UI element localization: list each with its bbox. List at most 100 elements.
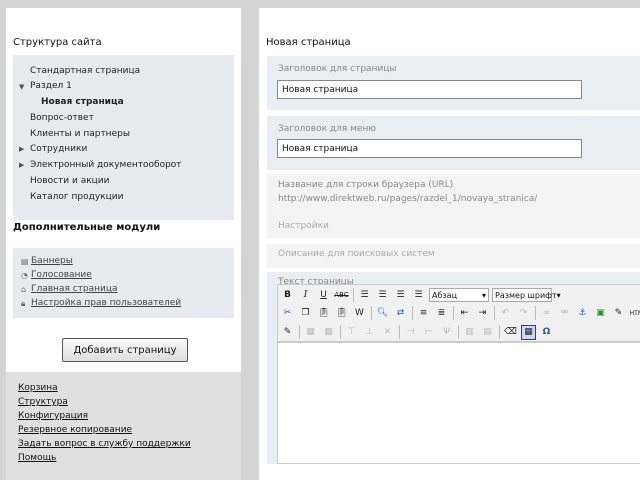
toolbar-row-2: ✂ ❐ 📋︎ 📋︎ W 🔍︎ ⇄ ≡ ≣ ⇤ ⇥ ↶ ↷ ∞ ⚮ ⚓ ▣ ✎ H…	[280, 304, 640, 322]
module-label: Главная страница	[31, 284, 118, 294]
format-select-value: Абзац	[432, 290, 458, 300]
format-select[interactable]: Абзац ▾	[429, 288, 489, 302]
tree-item-edo[interactable]: Электронный документооборот	[30, 160, 182, 170]
redo-icon[interactable]: ↷	[516, 306, 531, 321]
main-panel: Новая страница Заголовок для страницы За…	[259, 8, 640, 480]
replace-icon[interactable]: ⇄	[393, 306, 408, 321]
row-before-icon[interactable]: ⊤	[344, 325, 359, 340]
delete-row-icon[interactable]: ✕	[380, 325, 395, 340]
link-trash[interactable]: Корзина	[18, 383, 58, 393]
tree-item-staff[interactable]: Сотрудники	[30, 144, 87, 154]
html-icon[interactable]: HTML	[629, 306, 640, 321]
edit-icon[interactable]: ✎	[280, 325, 295, 340]
underline-icon[interactable]: U	[316, 288, 331, 303]
table-props-icon[interactable]: ▦	[321, 325, 336, 340]
toolbar-separator	[453, 306, 454, 320]
structure-title: Структура сайта	[13, 37, 102, 48]
module-voting[interactable]: ◔ Голосование	[21, 270, 92, 280]
browser-title-label: Название для строки браузера (URL)	[278, 180, 454, 190]
module-homepage[interactable]: ⌂ Главная страница	[21, 284, 118, 294]
visual-aid-icon[interactable]: ▦	[521, 324, 536, 340]
link-backup[interactable]: Резервное копирование	[18, 425, 132, 435]
undo-icon[interactable]: ↶	[498, 306, 513, 321]
banner-icon: ▤	[21, 257, 29, 266]
module-banners[interactable]: ▤ Баннеры	[21, 256, 73, 266]
align-right-icon[interactable]: ☰	[393, 288, 408, 303]
home-icon: ⌂	[21, 285, 27, 294]
split-cells-icon[interactable]: ▥	[462, 325, 477, 340]
seo-label[interactable]: Описание для поисковых систем	[278, 249, 435, 259]
image-icon[interactable]: ▣	[593, 306, 608, 321]
indent-icon[interactable]: ⇥	[475, 306, 490, 321]
align-justify-icon[interactable]: ☰	[411, 288, 426, 303]
link-structure[interactable]: Структура	[18, 397, 68, 407]
tree-item-new-page[interactable]: Новая страница	[41, 97, 124, 107]
toolbar-row-3: ✎ ▦ ▦ ⊤ ⊥ ✕ ⊣ ⊢ Ψ ▥ ▤ ⌫ ▦ Ω	[280, 323, 557, 341]
toolbar-separator	[412, 306, 413, 320]
bullet-list-icon[interactable]: ≡	[416, 306, 431, 321]
add-page-button[interactable]: Добавить страницу	[62, 338, 188, 362]
paste-text-icon[interactable]: 📋︎	[334, 306, 349, 321]
find-icon[interactable]: 🔍︎	[375, 306, 390, 321]
expand-arrow-icon[interactable]: ▶	[19, 145, 24, 153]
paste-word-icon[interactable]: W	[352, 306, 367, 321]
merge-cells-icon[interactable]: ▤	[480, 325, 495, 340]
link-help[interactable]: Помощь	[18, 453, 56, 463]
editor-toolbar: B I U ABC ☰ ☰ ☰ ☰ Абзац ▾ Размер шрифт ▾ ✂…	[277, 284, 640, 342]
italic-icon[interactable]: I	[298, 288, 313, 303]
toolbar-separator	[458, 325, 459, 339]
settings-label[interactable]: Настройки	[278, 221, 329, 231]
toolbar-separator	[299, 325, 300, 339]
paste-icon[interactable]: 📋︎	[316, 306, 331, 321]
cut-icon[interactable]: ✂	[280, 306, 295, 321]
special-char-icon[interactable]: Ω	[539, 325, 554, 340]
modules-list: ▤ Баннеры ◔ Голосование ⌂ Главная страница …	[13, 248, 234, 318]
anchor-icon[interactable]: ⚓	[575, 306, 590, 321]
tree-item-section-1[interactable]: Раздел 1	[30, 81, 72, 91]
numbered-list-icon[interactable]: ≣	[434, 306, 449, 321]
bold-icon[interactable]: B	[280, 288, 295, 303]
tree-item-news[interactable]: Новости и акции	[30, 176, 109, 186]
settings-section[interactable]: Настройки	[267, 214, 640, 238]
collapse-arrow-icon[interactable]: ▼	[19, 83, 24, 91]
delete-col-icon[interactable]: Ψ	[439, 325, 454, 340]
toolbar-separator	[535, 306, 536, 320]
tree-item-clients[interactable]: Клиенты и партнеры	[30, 129, 130, 139]
module-label: Баннеры	[31, 256, 73, 266]
tree-item-faq[interactable]: Вопрос-ответ	[30, 113, 94, 123]
toolbar-row-1: B I U ABC ☰ ☰ ☰ ☰ Абзац ▾ Размер шрифт ▾	[280, 286, 561, 304]
menu-title-field: Заголовок для меню	[267, 116, 640, 170]
toolbar-separator	[371, 306, 372, 320]
align-left-icon[interactable]: ☰	[357, 288, 372, 303]
row-after-icon[interactable]: ⊥	[362, 325, 377, 340]
toolbar-separator	[340, 325, 341, 339]
page-title: Новая страница	[266, 37, 351, 48]
font-size-select-value: Размер шрифт	[495, 290, 557, 300]
cleanup-icon[interactable]: ✎	[611, 306, 626, 321]
tree-item-catalog[interactable]: Каталог продукции	[30, 192, 123, 202]
outdent-icon[interactable]: ⇤	[457, 306, 472, 321]
module-permissions[interactable]: 🔒︎ Настройка прав пользователей	[21, 298, 181, 308]
menu-title-label: Заголовок для меню	[278, 124, 376, 134]
sidebar: Структура сайта Стандартная страница ▼ Р…	[0, 0, 245, 480]
col-after-icon[interactable]: ⊢	[421, 325, 436, 340]
page-title-input[interactable]	[277, 80, 582, 99]
eraser-icon[interactable]: ⌫	[503, 325, 518, 340]
font-size-select[interactable]: Размер шрифт ▾	[492, 288, 561, 302]
link-support[interactable]: Задать вопрос в службу поддержки	[18, 439, 191, 449]
copy-icon[interactable]: ❐	[298, 306, 313, 321]
col-before-icon[interactable]: ⊣	[403, 325, 418, 340]
strikethrough-icon[interactable]: ABC	[334, 288, 349, 303]
table-icon[interactable]: ▦	[303, 325, 318, 340]
toolbar-separator	[499, 325, 500, 339]
seo-section[interactable]: Описание для поисковых систем	[267, 244, 640, 268]
expand-arrow-icon[interactable]: ▶	[19, 161, 24, 169]
lock-icon: 🔒︎	[21, 299, 26, 308]
unlink-icon[interactable]: ⚮	[557, 306, 572, 321]
tree-item-standard-page[interactable]: Стандартная страница	[30, 66, 140, 76]
align-center-icon[interactable]: ☰	[375, 288, 390, 303]
link-configuration[interactable]: Конфигурация	[18, 411, 88, 421]
menu-title-input[interactable]	[277, 139, 582, 158]
editor-content-area[interactable]	[277, 342, 640, 464]
link-icon[interactable]: ∞	[539, 306, 554, 321]
